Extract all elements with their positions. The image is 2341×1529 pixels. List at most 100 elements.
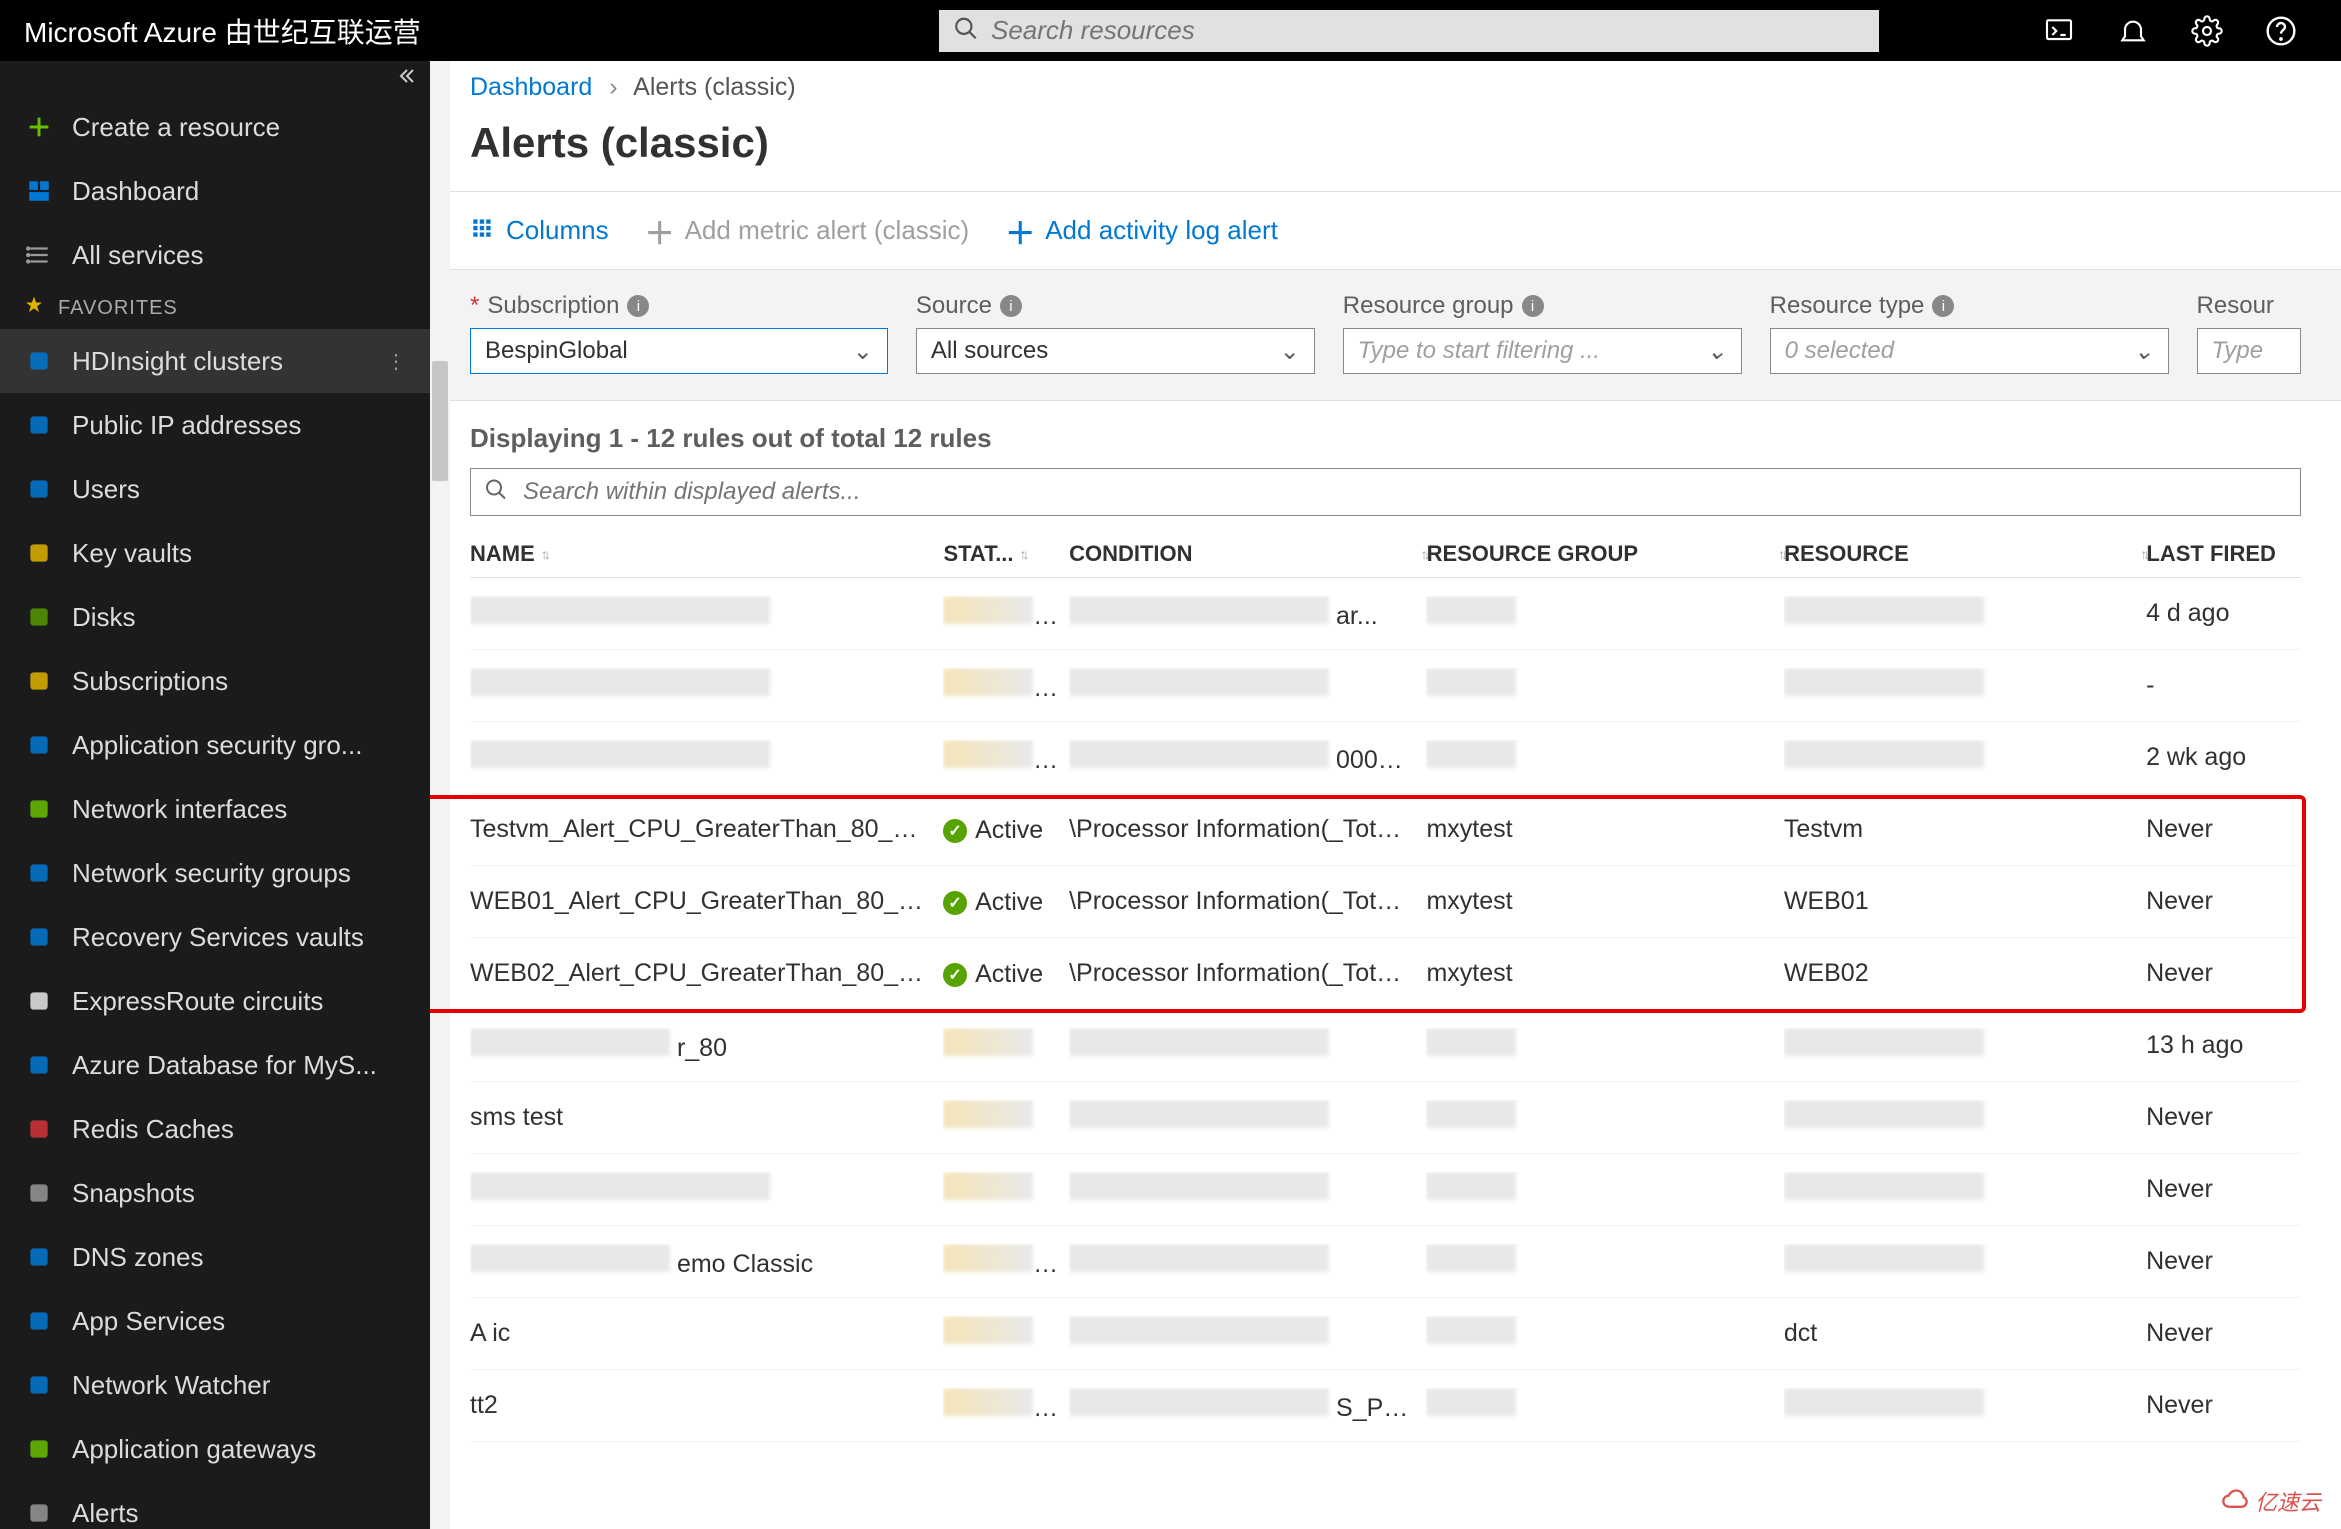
table-row[interactable]: Never [470,1154,2301,1226]
cell-condition: \Processor Information(_Total)... [1069,887,1426,916]
sidebar-item-label: DNS zones [72,1242,204,1273]
more-icon[interactable]: ⋮ [386,349,406,374]
sidebar-item-mysql[interactable]: Azure Database for MyS... [0,1033,430,1097]
breadcrumb-root[interactable]: Dashboard [470,73,592,101]
resource-group-dropdown[interactable]: Type to start filtering ...⌄ [1343,328,1742,374]
table-row[interactable]: sms testNever [470,1082,2301,1154]
sidebar-item-label: Redis Caches [72,1114,234,1145]
sidebar-item-alert[interactable]: Alerts [0,1481,430,1529]
sidebar-item-label: App Services [72,1306,225,1337]
col-name[interactable]: NAME↑↓ [470,541,943,567]
resource-label: Resour [2197,292,2301,320]
add-activity-log-alert-button[interactable]: ＋ Add activity log alert [1005,209,1278,253]
cell-last-fired: Never [2146,959,2301,988]
resource-type-label: Resource typei [1770,292,2169,320]
table-row[interactable]: WEB02_Alert_CPU_GreaterThan_80_abc@...✓A… [470,938,2301,1010]
info-icon[interactable]: i [1932,295,1954,317]
snap-icon [24,1178,54,1208]
cell-resource: WEB02 [1784,959,2146,988]
breadcrumb: Dashboard › Alerts (classic) [430,61,2341,105]
sidebar-item-snap[interactable]: Snapshots [0,1161,430,1225]
sidebar-item-apps[interactable]: App Services [0,1289,430,1353]
table-row[interactable]: e...- [470,650,2301,722]
resource-dropdown[interactable]: Type [2197,328,2301,374]
resource-type-dropdown[interactable]: 0 selected⌄ [1770,328,2169,374]
cell-name: WEB01_Alert_CPU_GreaterThan_80_abc@... [470,887,943,916]
alerts-search[interactable] [470,468,2301,516]
table-row[interactable]: tt2S_Peco S_PecoNever [470,1370,2301,1442]
sidebar-item-label: Recovery Services vaults [72,922,364,953]
subscription-label: *Subscriptioni [470,292,888,320]
info-icon[interactable]: i [1000,295,1022,317]
sidebar-item-user[interactable]: Users [0,457,430,521]
alert-icon [24,1498,54,1528]
ip-icon [24,410,54,440]
table-row[interactable]: 000000 Bytes 000000 Bytes2 wk ago [470,722,2301,794]
disk-icon [24,602,54,632]
table-row[interactable]: ar... ar...4 d ago [470,578,2301,650]
alerts-table: NAME↑↓ STAT...↑↓ CONDITION↑↓ RESOURCE GR… [430,530,2341,1529]
shell-icon[interactable] [2039,11,2079,51]
sidebar-item-dns[interactable]: DNS zones [0,1225,430,1289]
resource-group-label: Resource groupi [1343,292,1742,320]
col-last-fired[interactable]: LAST FIRED [2146,541,2301,567]
table-row[interactable]: Testvm_Alert_CPU_GreaterThan_80_abc@...✓… [470,794,2301,866]
sidebar-item-asg[interactable]: Application security gro... [0,713,430,777]
table-row[interactable]: r_8013 h ago [470,1010,2301,1082]
sidebar-item-label: Public IP addresses [72,410,301,441]
nav-label: All services [72,240,203,271]
favorites-header: FAVORITES [0,287,430,329]
status-active-icon: ✓ [943,819,967,843]
sidebar-item-nsg[interactable]: Network security groups [0,841,430,905]
sidebar-item-er[interactable]: ExpressRoute circuits [0,969,430,1033]
nav-all-services[interactable]: All services [0,223,430,287]
cell-condition: \Processor Information(_Total)... [1069,959,1426,988]
subscription-dropdown[interactable]: BespinGlobal⌄ [470,328,888,374]
scrollbar-thumb[interactable] [432,361,448,481]
global-search[interactable] [939,10,1879,52]
columns-button[interactable]: Columns [470,214,609,248]
col-resource-group[interactable]: RESOURCE GROUP↑↓ [1427,541,1785,567]
sidebar-item-hdinsight[interactable]: HDInsight clusters ⋮ [0,329,430,393]
table-row[interactable]: WEB01_Alert_CPU_GreaterThan_80_abc@...✓A… [470,866,2301,938]
user-icon [24,474,54,504]
sidebar-item-label: Network Watcher [72,1370,270,1401]
search-input[interactable] [939,10,1879,52]
search-icon [953,15,979,46]
plus-icon: ＋ [645,209,675,253]
sidebar-item-nw[interactable]: Network Watcher [0,1353,430,1417]
chevron-down-icon: ⌄ [1280,337,1300,366]
help-icon[interactable] [2261,11,2301,51]
sidebar-item-label: Disks [72,602,136,633]
sidebar-item-nic[interactable]: Network interfaces [0,777,430,841]
key-icon [24,538,54,568]
settings-icon[interactable] [2187,11,2227,51]
sidebar-item-rsv[interactable]: Recovery Services vaults [0,905,430,969]
sort-icon: ↑↓ [1020,546,1026,562]
nav-create-resource[interactable]: Create a resource [0,95,430,159]
sidebar-item-key[interactable]: Key vaults [0,521,430,585]
nav-dashboard[interactable]: Dashboard [0,159,430,223]
alerts-search-input[interactable] [470,468,2301,516]
sidebar-item-key2[interactable]: Subscriptions [0,649,430,713]
notifications-icon[interactable] [2113,11,2153,51]
col-condition[interactable]: CONDITION↑↓ [1069,541,1427,567]
col-status[interactable]: STAT...↑↓ [943,541,1069,567]
filter-bar: *Subscriptioni BespinGlobal⌄ Sourcei All… [430,270,2341,401]
info-icon[interactable]: i [1522,295,1544,317]
sidebar-item-redis[interactable]: Redis Caches [0,1097,430,1161]
sidebar-item-label: Network security groups [72,858,351,889]
sidebar-collapse-icon[interactable] [394,64,418,93]
star-icon [24,295,44,321]
dns-icon [24,1242,54,1272]
sidebar-item-agw[interactable]: Application gateways [0,1417,430,1481]
col-resource[interactable]: RESOURCE↑↓ [1784,541,2146,567]
sidebar-item-label: HDInsight clusters [72,346,283,377]
sidebar-item-ip[interactable]: Public IP addresses [0,393,430,457]
table-row[interactable]: emo ClassicntNever [470,1226,2301,1298]
table-row[interactable]: A icdctNever [470,1298,2301,1370]
info-icon[interactable]: i [627,295,649,317]
source-dropdown[interactable]: All sources⌄ [916,328,1315,374]
status-active-icon: ✓ [943,891,967,915]
sidebar-item-disk[interactable]: Disks [0,585,430,649]
